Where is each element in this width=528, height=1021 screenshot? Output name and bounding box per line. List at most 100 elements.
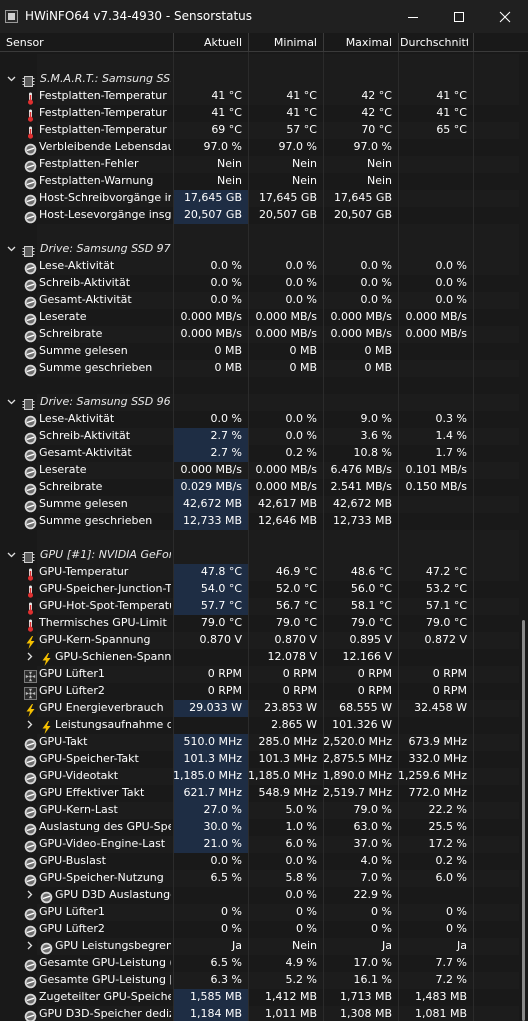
value-maximum: 0.0 % [360, 293, 392, 306]
sensor-row[interactable]: Schreibrate 0.000 MB/s 0.000 MB/s 0.000 MB/… [0, 326, 519, 343]
value-current: 0.0 % [210, 412, 242, 425]
chevron-down-icon[interactable] [7, 550, 16, 562]
value-current: Ja [232, 939, 242, 952]
chevron-right-icon[interactable] [25, 720, 34, 732]
sensor-row[interactable]: GPU-Takt 510.0 MHz 285.0 MHz 2,520.0 MHz 673… [0, 734, 519, 751]
sensor-row[interactable]: Thermisches GPU-Limit 79.0 °C 79.0 °C 79.0 … [0, 615, 519, 632]
sensor-row[interactable]: Leserate 0.000 MB/s 0.000 MB/s 0.000 MB/s 0.… [0, 309, 519, 326]
sensor-row[interactable]: Summe gelesen 0 MB 0 MB 0 MB [0, 343, 519, 360]
value-current: 21.0 % [203, 837, 242, 850]
vertical-scrollbar[interactable] [519, 52, 528, 1021]
sensor-row[interactable]: Festplatten-Temperatur 3 69 °C 57 °C 70 °C 6… [0, 122, 519, 139]
sensor-row[interactable]: Schreibrate 0.029 MB/s 0.000 MB/s 2.541 MB/… [0, 479, 519, 496]
sensor-row[interactable]: GPU Effektiver Takt 621.7 MHz 548.9 MHz 2,5… [0, 785, 519, 802]
sensor-row[interactable]: GPU-Video-Engine-Last 21.0 % 6.0 % 37.0 % 17… [0, 836, 519, 853]
header-divider[interactable] [173, 33, 174, 52]
maximize-button[interactable] [436, 0, 482, 33]
sensor-row[interactable]: GPU Lüfter2 0 % 0 % 0 % 0 % [0, 921, 519, 938]
sensor-row[interactable]: Summe gelesen 42,672 MB 42,617 MB 42,672 MB [0, 496, 519, 513]
value-average: Ja [457, 939, 467, 952]
sensor-row[interactable]: GPU D3D Auslastungen 0.0 % 22.9 % [0, 887, 519, 904]
sensor-group-header[interactable]: Drive: Samsung SSD 960... [0, 394, 519, 411]
value-maximum: 0.0 % [360, 259, 392, 272]
value-current: 2.7 % [210, 446, 242, 459]
sensor-row[interactable]: GPU-Speicher-Nutzung 6.5 % 5.8 % 7.0 % 6.0 % [0, 870, 519, 887]
close-button[interactable] [482, 0, 528, 33]
sensor-row[interactable]: GPU D3D-Speicher dediz... 1,184 MB 1,011 M… [0, 1006, 519, 1021]
sensor-row[interactable]: GPU-Temperatur 47.8 °C 46.9 °C 48.6 °C 47.2 … [0, 564, 519, 581]
header-current[interactable]: Aktuell [174, 36, 242, 49]
chevron-down-icon[interactable] [7, 244, 16, 256]
sensor-row[interactable]: GPU-Buslast 0.0 % 0.0 % 4.0 % 0.2 % [0, 853, 519, 870]
gauge-icon [24, 447, 37, 462]
sensor-row[interactable]: GPU-Kern-Last 27.0 % 5.0 % 79.0 % 22.2 % [0, 802, 519, 819]
chevron-right-icon[interactable] [25, 941, 34, 953]
sensor-row[interactable]: Festplatten-Temperatur 2 41 °C 41 °C 42 °C 4… [0, 105, 519, 122]
sensor-label: Festplatten-Warnung [39, 174, 154, 187]
sensor-row[interactable]: Festplatten-Warnung Nein Nein Nein [0, 173, 519, 190]
sensor-row[interactable]: Gesamte GPU-Leistung (... 6.5 % 4.9 % 17.0 … [0, 955, 519, 972]
sensor-row[interactable]: GPU Leistungsbegren... Ja Nein Ja Ja [0, 938, 519, 955]
sensor-row[interactable]: GPU-Speicher-Junction-T... 54.0 °C 52.0 °C… [0, 581, 519, 598]
sensor-row[interactable]: Schreib-Aktivität 0.0 % 0.0 % 0.0 % 0.0 % [0, 275, 519, 292]
sensor-row[interactable]: GPU Lüfter2 0 RPM 0 RPM 0 RPM 0 RPM [0, 683, 519, 700]
sensor-row[interactable]: Festplatten-Fehler Nein Nein Nein [0, 156, 519, 173]
sensor-row[interactable]: Leistungsaufnahme d... 2.865 W 101.326 W [0, 717, 519, 734]
gauge-icon [24, 192, 37, 207]
sensor-row[interactable]: GPU Lüfter1 0 % 0 % 0 % 0 % [0, 904, 519, 921]
group-label: S.M.A.R.T.: Samsung SS... [40, 72, 171, 85]
sensor-row[interactable]: Zugeteilter GPU-Speicher 1,585 MB 1,412 MB… [0, 989, 519, 1006]
value-current: 0.0 % [210, 259, 242, 272]
gauge-icon [24, 175, 37, 190]
header-divider[interactable] [248, 33, 249, 52]
scrollbar-thumb[interactable] [522, 620, 525, 1021]
sensor-row[interactable]: Host-Schreibvorgänge in... 17,645 GB 17,64… [0, 190, 519, 207]
sensor-row[interactable]: GPU-Hot-Spot-Temperatur 57.7 °C 56.7 °C 58.… [0, 598, 519, 615]
chevron-down-icon[interactable] [7, 397, 16, 409]
chevron-down-icon[interactable] [7, 74, 16, 86]
value-average: 7.2 % [435, 973, 467, 986]
header-maximum[interactable]: Maximal [324, 36, 392, 49]
sensor-row[interactable]: GPU Energieverbrauch 29.033 W 23.853 W 68.5… [0, 700, 519, 717]
header-minimum[interactable]: Minimal [249, 36, 317, 49]
value-current: Nein [216, 174, 242, 187]
sensor-table: S.M.A.R.T.: Samsung SS... Festplatten-Tem… [0, 52, 528, 1021]
sensor-row[interactable]: Gesamte GPU-Leistung [... 6.3 % 5.2 % 16.1 … [0, 972, 519, 989]
sensor-row[interactable]: Leserate 0.000 MB/s 0.000 MB/s 6.476 MB/s 0.… [0, 462, 519, 479]
sensor-row[interactable]: Lese-Aktivität 0.0 % 0.0 % 9.0 % 0.3 % [0, 411, 519, 428]
sensor-row[interactable]: GPU-Videotakt 1,185.0 MHz 1,185.0 MHz 1,890… [0, 768, 519, 785]
sensor-row[interactable]: Verbleibende Lebensdau... 97.0 % 97.0 % 97.… [0, 139, 519, 156]
value-minimum: 6.0 % [285, 837, 317, 850]
chip-icon [22, 73, 35, 87]
sensor-row[interactable]: Summe geschrieben 12,733 MB 12,646 MB 12,73… [0, 513, 519, 530]
sensor-row[interactable]: GPU-Speicher-Takt 101.3 MHz 101.3 MHz 2,875… [0, 751, 519, 768]
sensor-label: GPU-Video-Engine-Last [39, 837, 166, 850]
sensor-row[interactable]: Host-Lesevorgänge insg... 20,507 GB 20,507… [0, 207, 519, 224]
value-average: 0.0 % [435, 259, 467, 272]
sensor-row[interactable]: Auslastung des GPU-Spei... 30.0 % 1.0 % 63.… [0, 819, 519, 836]
header-divider[interactable] [323, 33, 324, 52]
header-divider[interactable] [473, 33, 474, 52]
sensor-row[interactable]: GPU-Kern-Spannung 0.870 V 0.870 V 0.895 V 0.… [0, 632, 519, 649]
header-sensor[interactable]: Sensor [6, 36, 44, 49]
sensor-row[interactable]: Festplatten-Temperatur 41 °C 41 °C 42 °C 41 … [0, 88, 519, 105]
sensor-row[interactable]: GPU Lüfter1 0 RPM 0 RPM 0 RPM 0 RPM [0, 666, 519, 683]
header-average[interactable]: Durchschnitt [400, 36, 468, 49]
value-current: Nein [216, 157, 242, 170]
sensor-row[interactable]: Summe geschrieben 0 MB 0 MB 0 MB [0, 360, 519, 377]
sensor-row[interactable]: Schreib-Aktivität 2.7 % 0.0 % 3.6 % 1.4 % [0, 428, 519, 445]
sensor-group-header[interactable]: S.M.A.R.T.: Samsung SS... [0, 71, 519, 88]
sensor-row[interactable]: GPU-Schienen-Spann... 12.078 V 12.166 V [0, 649, 519, 666]
value-average: 79.0 °C [425, 616, 467, 629]
value-minimum: 1,412 MB [264, 990, 317, 1003]
minimize-button[interactable] [390, 0, 436, 33]
sensor-group-header[interactable]: Drive: Samsung SSD 970... [0, 241, 519, 258]
sensor-row[interactable]: Gesamt-Aktivität 2.7 % 0.2 % 10.8 % 1.7 % [0, 445, 519, 462]
sensor-row[interactable]: Gesamt-Aktivität 0.0 % 0.0 % 0.0 % 0.0 % [0, 292, 519, 309]
sensor-group-header[interactable]: GPU [#1]: NVIDIA GeFor... [0, 547, 519, 564]
chevron-right-icon[interactable] [25, 890, 34, 902]
gauge-icon [24, 1008, 37, 1021]
header-divider[interactable] [398, 33, 399, 52]
chevron-right-icon[interactable] [25, 652, 34, 664]
sensor-row[interactable]: Lese-Aktivität 0.0 % 0.0 % 0.0 % 0.0 % [0, 258, 519, 275]
